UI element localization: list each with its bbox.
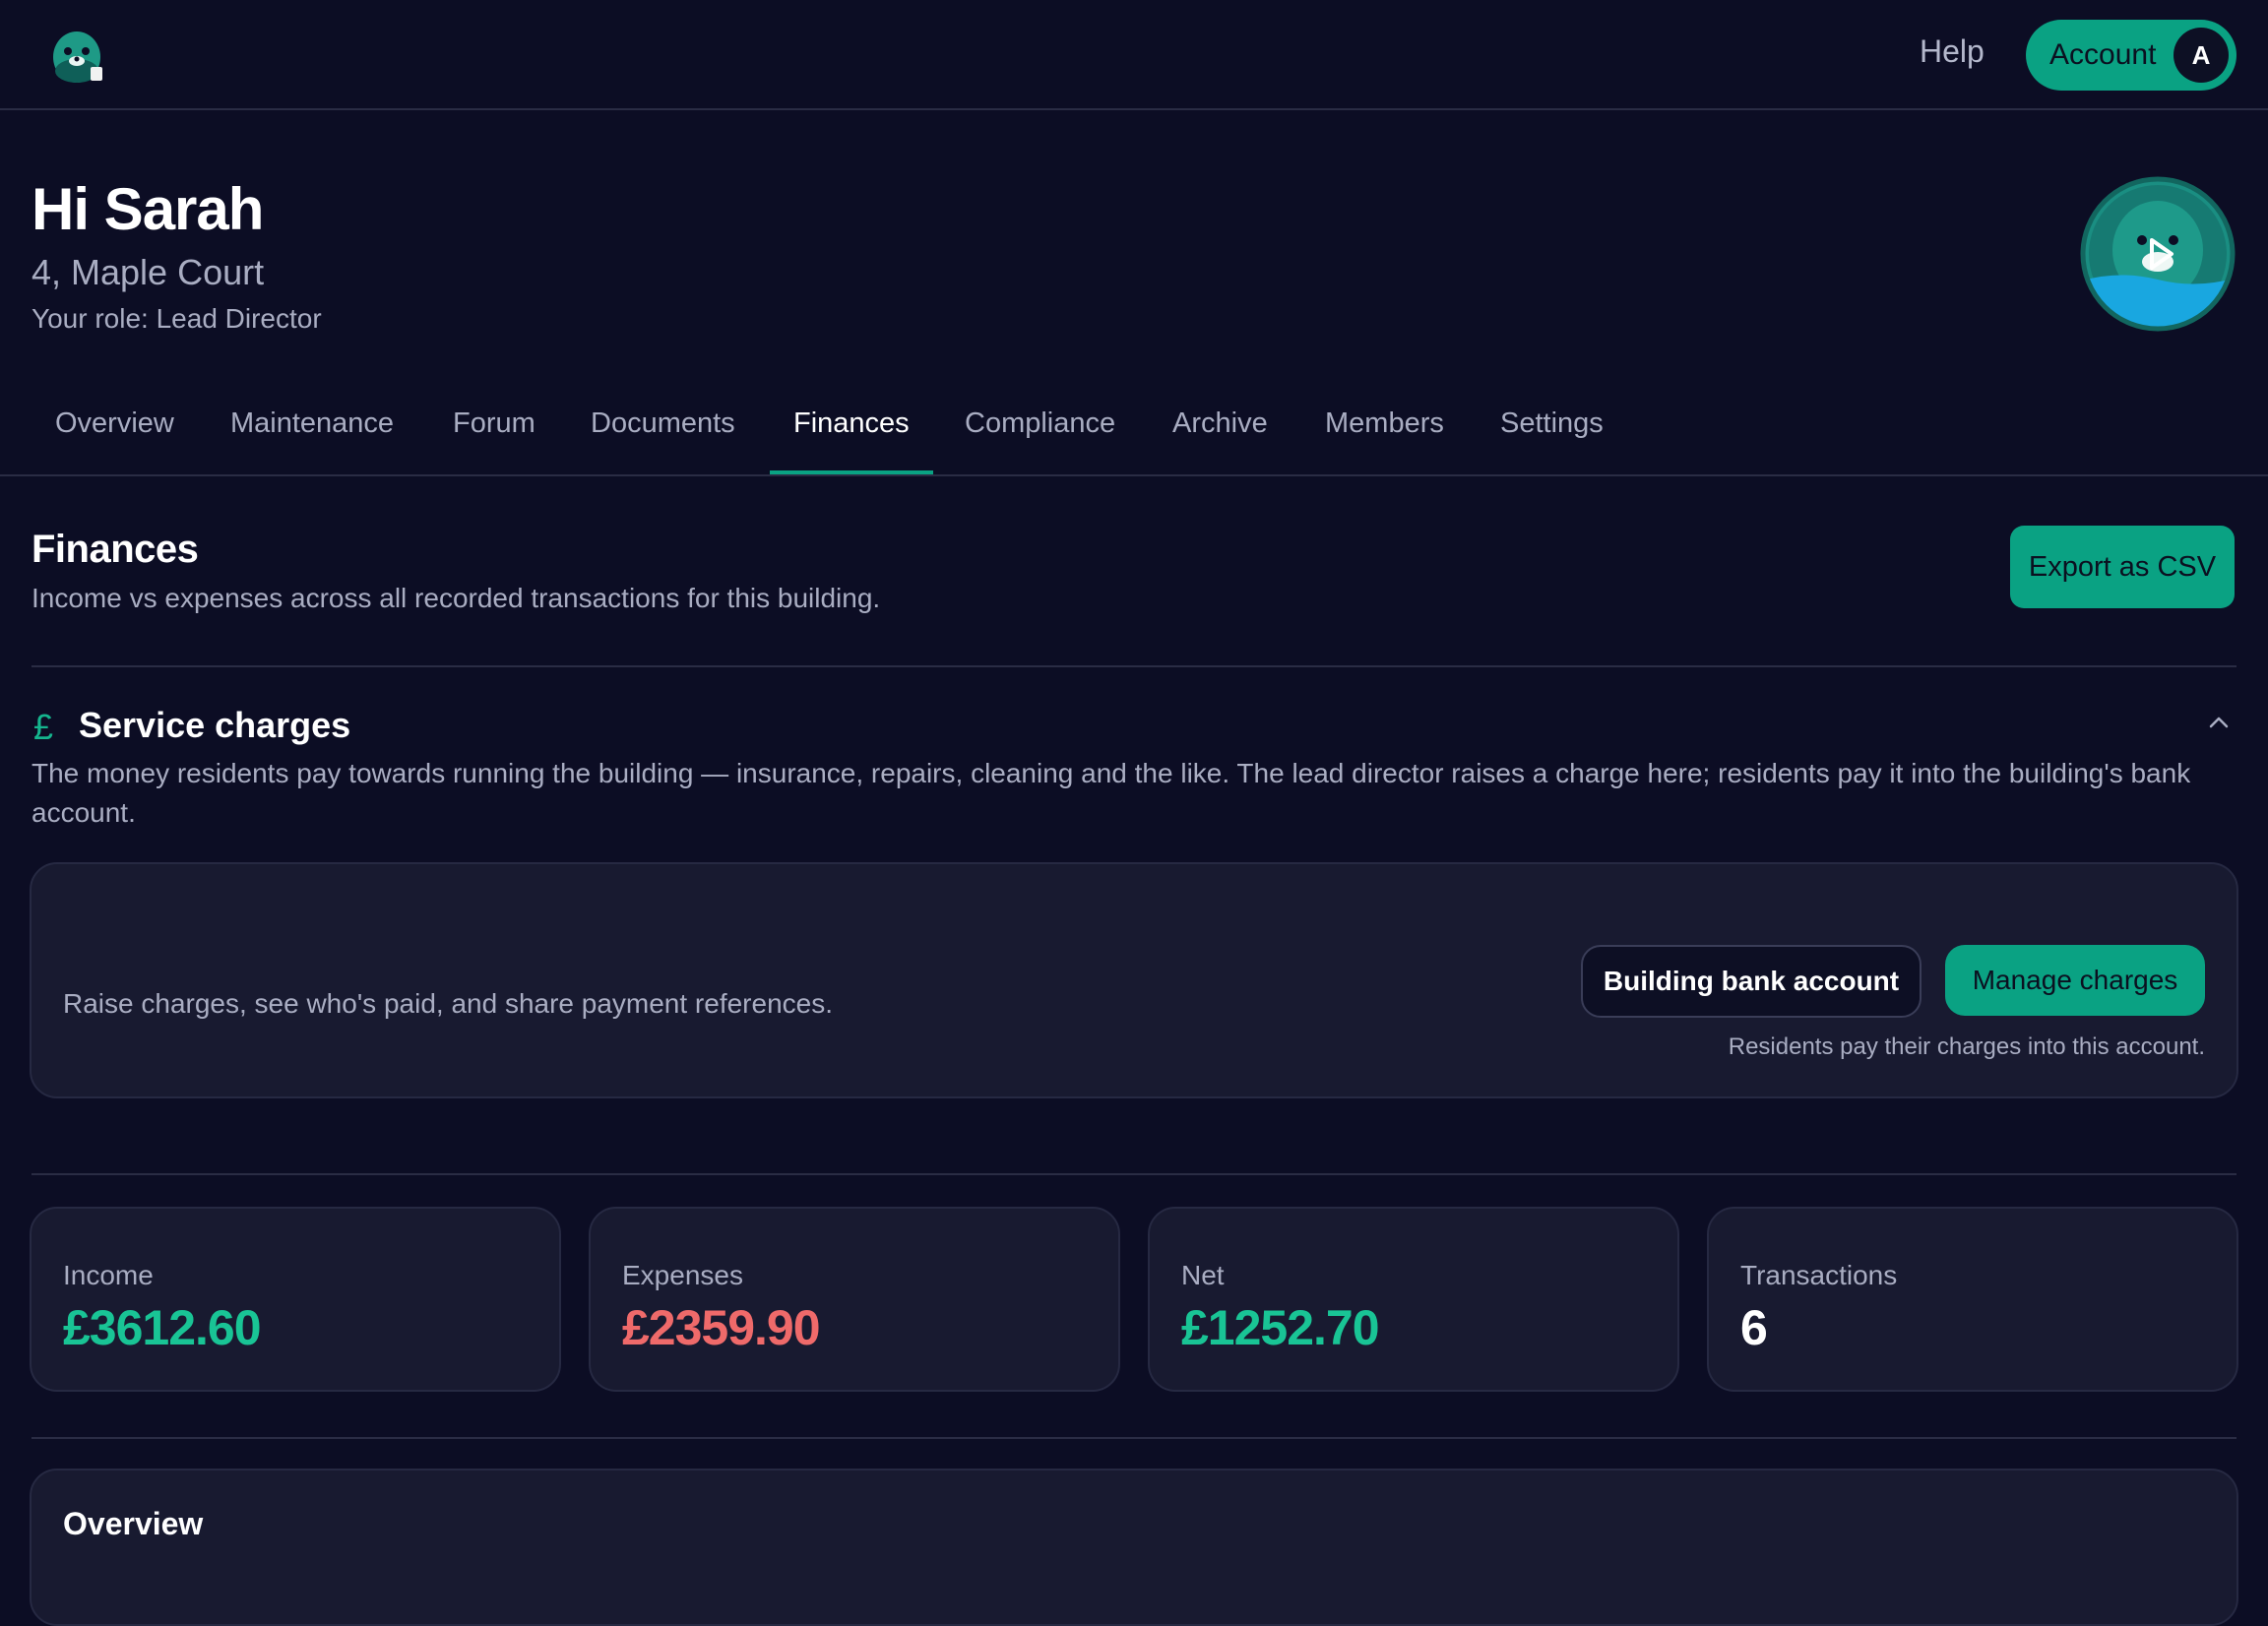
tab-compliance[interactable]: Compliance	[965, 407, 1115, 440]
tab-settings[interactable]: Settings	[1500, 407, 1604, 440]
account-label: Account	[2049, 38, 2157, 71]
bank-account-note: Residents pay their charges into this ac…	[1728, 1033, 2205, 1060]
building-bank-account-button[interactable]: Building bank account	[1581, 945, 1922, 1018]
tab-archive[interactable]: Archive	[1172, 407, 1268, 440]
tab-overview[interactable]: Overview	[55, 407, 174, 440]
stat-label: Expenses	[622, 1260, 743, 1290]
tab-maintenance[interactable]: Maintenance	[230, 407, 394, 440]
transactions-value: 6	[1740, 1300, 1768, 1355]
finances-subtitle: Income vs expenses across all recorded t…	[32, 583, 881, 613]
stat-label: Net	[1181, 1260, 1225, 1290]
service-charges-title: Service charges	[79, 705, 351, 745]
manage-charges-button[interactable]: Manage charges	[1945, 945, 2205, 1016]
divider	[32, 1173, 2236, 1175]
chevron-up-icon[interactable]	[2207, 711, 2231, 734]
active-tab-indicator	[770, 470, 933, 474]
expenses-value: £2359.90	[622, 1300, 821, 1355]
tab-finances[interactable]: Finances	[793, 407, 910, 440]
stat-label: Transactions	[1740, 1260, 1898, 1290]
service-charges-card-text: Raise charges, see who's paid, and share…	[63, 988, 834, 1019]
account-avatar: A	[2174, 28, 2229, 83]
stat-label: Income	[63, 1260, 154, 1290]
net-stat-card: Net £1252.70	[1148, 1207, 1679, 1392]
top-bar: Help Account A	[0, 0, 2268, 110]
export-csv-button[interactable]: Export as CSV	[2010, 526, 2235, 608]
section-tabs: Overview Maintenance Forum Documents Fin…	[0, 394, 2268, 476]
seal-mascot-avatar[interactable]	[2079, 175, 2236, 333]
divider	[32, 1437, 2236, 1439]
account-button[interactable]: Account A	[2026, 20, 2236, 91]
net-value: £1252.70	[1181, 1300, 1380, 1355]
income-value: £3612.60	[63, 1300, 262, 1355]
expenses-stat-card: Expenses £2359.90	[589, 1207, 1120, 1392]
seal-mascot-icon[interactable]	[47, 22, 108, 87]
greeting-title: Hi Sarah	[32, 176, 264, 242]
transactions-stat-card: Transactions 6	[1707, 1207, 2238, 1392]
finances-title: Finances	[32, 528, 199, 571]
tab-forum[interactable]: Forum	[453, 407, 536, 440]
tab-members[interactable]: Members	[1325, 407, 1444, 440]
divider	[32, 665, 2236, 667]
user-role: Your role: Lead Director	[32, 303, 322, 334]
building-address: 4, Maple Court	[32, 252, 265, 292]
help-link[interactable]: Help	[1920, 33, 1984, 70]
service-charges-description: The money residents pay towards running …	[32, 758, 2191, 828]
income-stat-card: Income £3612.60	[30, 1207, 561, 1392]
overview-card	[30, 1469, 2238, 1626]
tab-documents[interactable]: Documents	[591, 407, 735, 440]
overview-title: Overview	[63, 1506, 204, 1541]
pound-icon: £	[33, 707, 54, 747]
